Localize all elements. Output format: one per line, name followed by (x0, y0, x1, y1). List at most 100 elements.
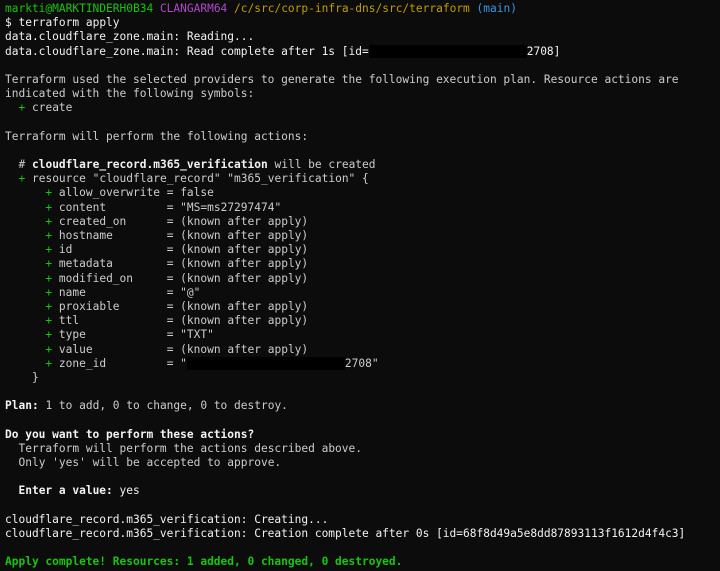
actions-header: Terraform will perform the following act… (5, 129, 309, 143)
attribute-row: + value = (known after apply) (45, 342, 309, 356)
attribute-key: metadata (58, 257, 113, 271)
attribute-value: (known after apply) (180, 314, 309, 328)
attribute-key: created_on (58, 214, 127, 228)
resource-plus: + (18, 172, 26, 186)
enter-value-input[interactable]: Enter a value: yes (5, 484, 720, 498)
confirm-question: Do you want to perform these actions? (5, 427, 255, 441)
attribute-value: (known after apply) (180, 271, 309, 285)
attribute-row: + ttl = (known after apply) (45, 314, 309, 328)
comment-hash: # (18, 158, 26, 172)
apply-complete: cloudflare_record.m365_verification: Cre… (5, 526, 686, 540)
plan-label: Plan: (5, 399, 39, 413)
attribute-plus: + (45, 342, 53, 356)
close-brace: } (31, 370, 39, 384)
attribute-plus: + (45, 200, 53, 214)
attribute-row: + proxiable = (known after apply) (45, 299, 309, 313)
refresh-complete: data.cloudflare_zone.main: Read complete… (5, 45, 720, 59)
confirm-text-2: Only 'yes' will be accepted to approve. (18, 456, 282, 469)
enter-label: Enter a value: (18, 484, 113, 498)
terminal-window[interactable]: markti@MARKTINDERH0B34 CLANGARM64 /c/src… (0, 0, 720, 571)
create-label: create (31, 101, 73, 115)
command-line[interactable]: $ terraform apply (5, 16, 720, 30)
shell-prompt: markti@MARKTINDERH0B34 CLANGARM64 /c/src… (5, 2, 720, 16)
attribute-plus: + (45, 214, 53, 228)
attribute-plus: + (45, 243, 53, 257)
plan-summary: Plan: 1 to add, 0 to change, 0 to destro… (5, 399, 720, 413)
attribute-value: (known after apply) (180, 229, 309, 242)
attribute-row: + hostname = (known after apply) (45, 229, 309, 242)
attribute-key: type (58, 328, 86, 342)
attribute-plus: + (45, 285, 53, 299)
zone-id-prefix: " (180, 356, 187, 370)
refresh-reading: data.cloudflare_zone.main: Reading... (5, 30, 255, 44)
attribute-plus: + (45, 257, 53, 271)
confirm-line-1: Terraform will perform the actions descr… (5, 442, 720, 456)
attribute-value: (known after apply) (180, 299, 309, 313)
create-symbol: + (18, 101, 26, 115)
command-text: terraform apply (18, 16, 120, 30)
attribute-key: allow_overwrite (58, 186, 160, 200)
prompt-branch: (main) (476, 2, 517, 15)
attribute-plus: + (45, 229, 53, 242)
intro-line-2: indicated with the following symbols: (5, 87, 255, 101)
attribute-key: zone_id (58, 356, 107, 370)
attribute-key: name (58, 285, 86, 299)
intro-line-1: Terraform used the selected providers to… (5, 72, 679, 86)
attribute-key: content (58, 200, 107, 214)
attribute-value: false (180, 186, 214, 200)
attribute-list: + allow_overwrite = false + content = "M… (5, 186, 720, 356)
attribute-key: modified_on (58, 271, 134, 285)
apply-creating: cloudflare_record.m365_verification: Cre… (5, 512, 329, 526)
prompt-path: /c/src/corp-infra-dns/src/terraform (234, 2, 470, 15)
attribute-value: "TXT" (180, 328, 214, 342)
attribute-row: + modified_on = (known after apply) (45, 271, 309, 285)
attribute-value: (known after apply) (180, 214, 309, 228)
prompt-shell: CLANGARM64 (159, 2, 228, 15)
attribute-row: + created_on = (known after apply) (45, 214, 309, 228)
resource-declaration: + resource "cloudflare_record" "m365_ver… (5, 172, 720, 186)
attribute-key: hostname (58, 229, 113, 242)
attribute-row: + content = "MS=ms27297474" (45, 200, 282, 214)
resource-comment-suffix: will be created (274, 158, 376, 172)
prompt-symbol: $ (5, 16, 12, 30)
confirm-text-1: Terraform will perform the actions descr… (18, 441, 362, 455)
refresh-complete-prefix: data.cloudflare_zone.main: Read complete… (5, 44, 369, 58)
attribute-value: (known after apply) (180, 257, 309, 271)
attribute-plus: + (45, 356, 53, 370)
resource-decl: resource "cloudflare_record" "m365_verif… (31, 172, 369, 186)
attribute-value: "@" (180, 285, 201, 299)
enter-value: yes (119, 484, 140, 498)
resource-close: } (5, 371, 720, 385)
attribute-row: + type = "TXT" (45, 328, 214, 342)
attribute-value: "MS=ms27297474" (180, 200, 282, 214)
attribute-plus: + (45, 186, 53, 200)
attribute-row: + metadata = (known after apply) (45, 257, 309, 271)
attribute-plus: + (45, 328, 53, 342)
attribute-key: value (58, 342, 93, 356)
attribute-plus: + (45, 271, 53, 285)
attribute-plus: + (45, 314, 53, 328)
zone-id-suffix: 2708" (344, 356, 379, 370)
resource-comment: # cloudflare_record.m365_verification wi… (5, 158, 720, 172)
intro-symbol-line: + create (5, 101, 720, 115)
attribute-value: (known after apply) (180, 342, 309, 356)
redacted-zone-id (368, 45, 527, 59)
refresh-complete-suffix: 2708] (526, 44, 561, 58)
attribute-row: + id = (known after apply) (45, 243, 309, 257)
attribute-key: proxiable (58, 299, 120, 313)
confirm-line-2: Only 'yes' will be accepted to approve. (5, 456, 720, 470)
plan-text: 1 to add, 0 to change, 0 to destroy. (45, 399, 288, 413)
prompt-user-host: markti@MARKTINDERH0B34 (5, 2, 154, 15)
attribute-row: + allow_overwrite = false (45, 186, 214, 200)
redacted-zone-id (186, 357, 345, 371)
attribute-row: + name = "@" (45, 285, 201, 299)
apply-summary: Apply complete! Resources: 1 added, 0 ch… (5, 555, 403, 569)
attribute-plus: + (45, 299, 53, 313)
